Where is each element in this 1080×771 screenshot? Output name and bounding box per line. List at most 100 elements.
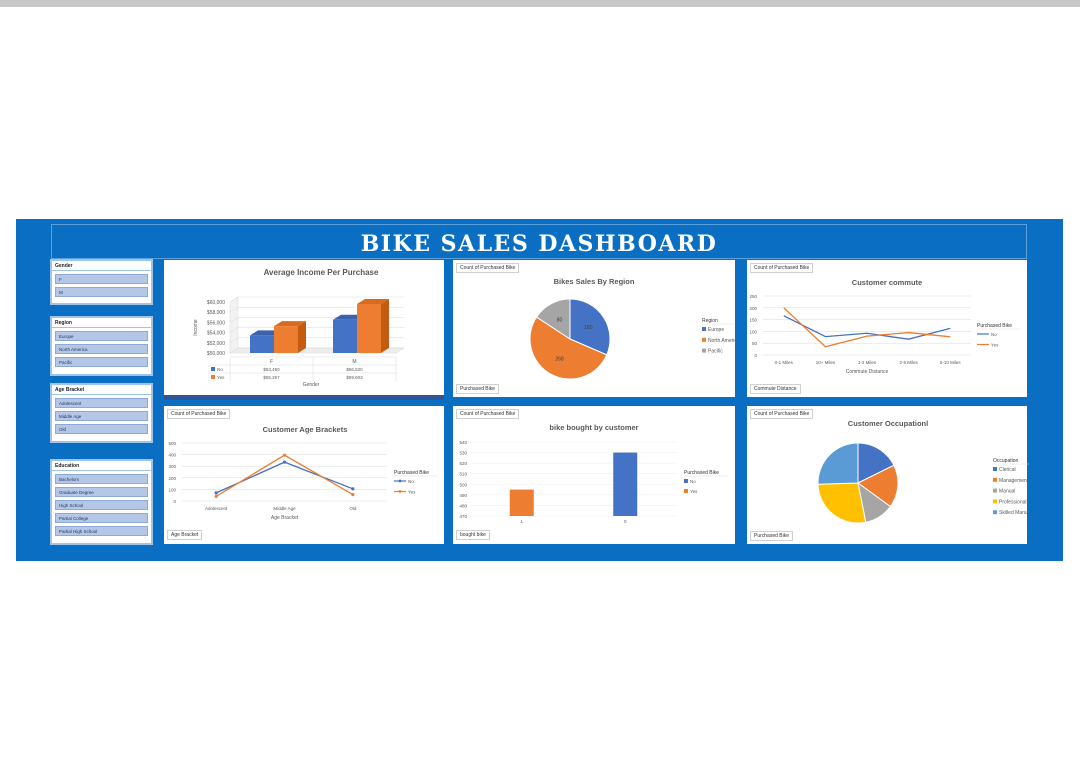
slicer-education-title: Education	[52, 461, 151, 471]
data-label: $56,520	[346, 367, 363, 372]
x-tick-label: 0	[624, 519, 627, 524]
legend-key	[684, 489, 688, 493]
slicer-age-bracket: Age Bracket Adolescent Middle Age Old	[50, 383, 153, 443]
y-tick-label: 520	[459, 461, 467, 466]
slicer-region-title: Region	[52, 318, 151, 328]
x-tick-label: 5-10 Miles	[940, 360, 962, 365]
legend-key	[993, 477, 997, 482]
dashboard-canvas: BIKE SALES DASHBOARD Gender F M Region E…	[16, 219, 1063, 561]
slicer-item-partial-high-school[interactable]: Partial High School	[55, 526, 148, 536]
legend-key	[702, 348, 706, 353]
x-tick-label: 2-5 Miles	[899, 360, 918, 365]
legend-key	[702, 337, 706, 342]
filter-button-purchased-bike[interactable]: Purchased Bike	[750, 531, 794, 541]
chart-title: Average Income Per Purchase	[264, 268, 379, 277]
y-axis-title: Income	[193, 319, 199, 336]
table-legend-key-no	[211, 367, 215, 371]
filter-button-purchased-bike[interactable]: Purchased Bike	[456, 384, 500, 394]
field-button-count-purchased[interactable]: Count of Purchased Bike	[456, 409, 520, 419]
slicer-item-f[interactable]: F	[55, 274, 148, 284]
slicer-age-bracket-title: Age Bracket	[52, 385, 151, 395]
legend-title: Region	[702, 318, 718, 324]
marker-yes	[282, 453, 287, 457]
y-tick-label: 100	[168, 487, 176, 492]
side-wall	[229, 296, 239, 354]
data-label: 268	[555, 356, 564, 362]
chart-customer-occupation[interactable]: Customer Occupationl Occupation Clerical Ma…	[747, 406, 1029, 544]
legend-label: Pacific	[708, 349, 723, 355]
table-legend-no: No	[217, 367, 223, 372]
y-tick-label: 200	[749, 306, 757, 311]
field-button-count-purchased[interactable]: Count of Purchased Bike	[167, 409, 231, 419]
panel-accent-strip	[164, 395, 444, 400]
x-axis-title: Age Bracket	[271, 515, 299, 521]
filter-button-commute-distance[interactable]: Commute Distance	[750, 384, 801, 394]
filter-button-age-bracket[interactable]: Age Bracket	[167, 530, 203, 540]
chart-customer-age-brackets[interactable]: Customer Age Brackets 0 100 200 300 400 500 Ado…	[164, 406, 444, 544]
bar-no-0	[613, 452, 638, 516]
y-tick-label: 400	[168, 453, 176, 458]
slicer-item-bachelors[interactable]: Bachelors	[55, 474, 148, 484]
x-tick-label: F	[270, 359, 273, 365]
x-tick-label: Middle Age	[273, 506, 296, 511]
slicer-item-m[interactable]: M	[55, 287, 148, 297]
bar-yes-m	[357, 304, 381, 353]
y-tick-label: $50,000	[207, 351, 225, 357]
slicer-education: Education Bachelors Graduate Degree High…	[50, 459, 153, 545]
x-tick-label: Old	[349, 506, 357, 511]
p-region-svg: Bikes Sales By Region 160 268 80 Region Europ…	[529, 277, 735, 380]
bar-yes-f	[274, 326, 298, 353]
slicer-item-graduate-degree[interactable]: Graduate Degree	[55, 487, 148, 497]
p-age-svg: Customer Age Brackets 0 100 200 300 400 500 Ado…	[168, 425, 438, 521]
y-tick-label: $52,000	[207, 341, 225, 347]
chart-bike-sales-by-region[interactable]: Bikes Sales By Region 160 268 80 Region Europ…	[453, 260, 735, 397]
x-tick-label: 1	[520, 519, 523, 524]
bar-no-m	[333, 319, 357, 353]
y-tick-label: 500	[459, 482, 467, 487]
y-tick-label: $56,000	[207, 320, 225, 326]
slicer-item-north-america[interactable]: North America	[55, 344, 148, 354]
y-tick-label: 300	[168, 464, 176, 469]
legend-key	[702, 327, 706, 331]
y-tick-label: $58,000	[207, 310, 225, 316]
legend-label: Yes	[690, 489, 698, 494]
table-legend-yes: Yes	[217, 375, 225, 380]
legend-title: Purchased Bike	[394, 470, 429, 476]
marker-yes	[214, 494, 218, 498]
field-button-count-purchased[interactable]: Count of Purchased Bike	[750, 409, 814, 419]
slicer-item-partial-college[interactable]: Partial College	[55, 513, 148, 523]
marker-yes	[351, 493, 355, 497]
legend-label: No	[991, 332, 997, 337]
marker-no	[351, 487, 355, 491]
p-commute-svg: Customer commute 0 50 100 150 200 250 0-1 Miles…	[749, 278, 1021, 375]
legend-title: Purchased Bike	[977, 323, 1012, 329]
p-occupation-svg: Customer Occupationl Occupation Clerical Ma…	[817, 419, 1029, 524]
legend-label: Manual	[999, 489, 1015, 495]
y-tick-label: $60,000	[207, 300, 225, 306]
pie-slice-skilled-manual	[817, 442, 859, 485]
slicer-item-high-school[interactable]: High School	[55, 500, 148, 510]
chart-title: Customer commute	[852, 278, 922, 287]
data-label: $59,603	[346, 375, 363, 380]
chart-average-income[interactable]: Average Income Per Purchase $50,000 $52,00…	[164, 260, 444, 400]
dashboard-title: BIKE SALES DASHBOARD	[360, 231, 718, 257]
slicer-item-middle-age[interactable]: Middle Age	[55, 411, 148, 421]
filter-button-bought-bike[interactable]: bought bike	[456, 530, 490, 540]
x-tick-label: 0-1 Miles	[775, 360, 794, 365]
x-tick-label: Adolescent	[205, 506, 228, 511]
data-label: $53,450	[263, 367, 280, 372]
field-button-count-purchased[interactable]: Count of Purchased Bike	[456, 263, 520, 273]
field-button-count-purchased[interactable]: Count of Purchased Bike	[750, 263, 814, 273]
slicer-item-europe[interactable]: Europe	[55, 331, 148, 341]
chart-customer-commute[interactable]: Customer commute 0 50 100 150 200 250 0-1 Miles…	[747, 260, 1027, 397]
p-income-svg: Average Income Per Purchase $50,000 $52,00…	[164, 268, 444, 400]
y-tick-label: 530	[459, 451, 467, 456]
slicer-item-pacific[interactable]: Pacific	[55, 357, 148, 367]
chart-title: Customer Age Brackets	[263, 425, 348, 434]
marker-no	[214, 491, 218, 495]
chart-bike-bought-by-customer[interactable]: bike bought by customer 470 480 490 500 510 52…	[453, 406, 735, 544]
legend-key	[684, 479, 688, 483]
slicer-item-old[interactable]: Old	[55, 424, 148, 434]
slicer-item-adolescent[interactable]: Adolescent	[55, 398, 148, 408]
x-tick-label: M	[352, 359, 356, 365]
